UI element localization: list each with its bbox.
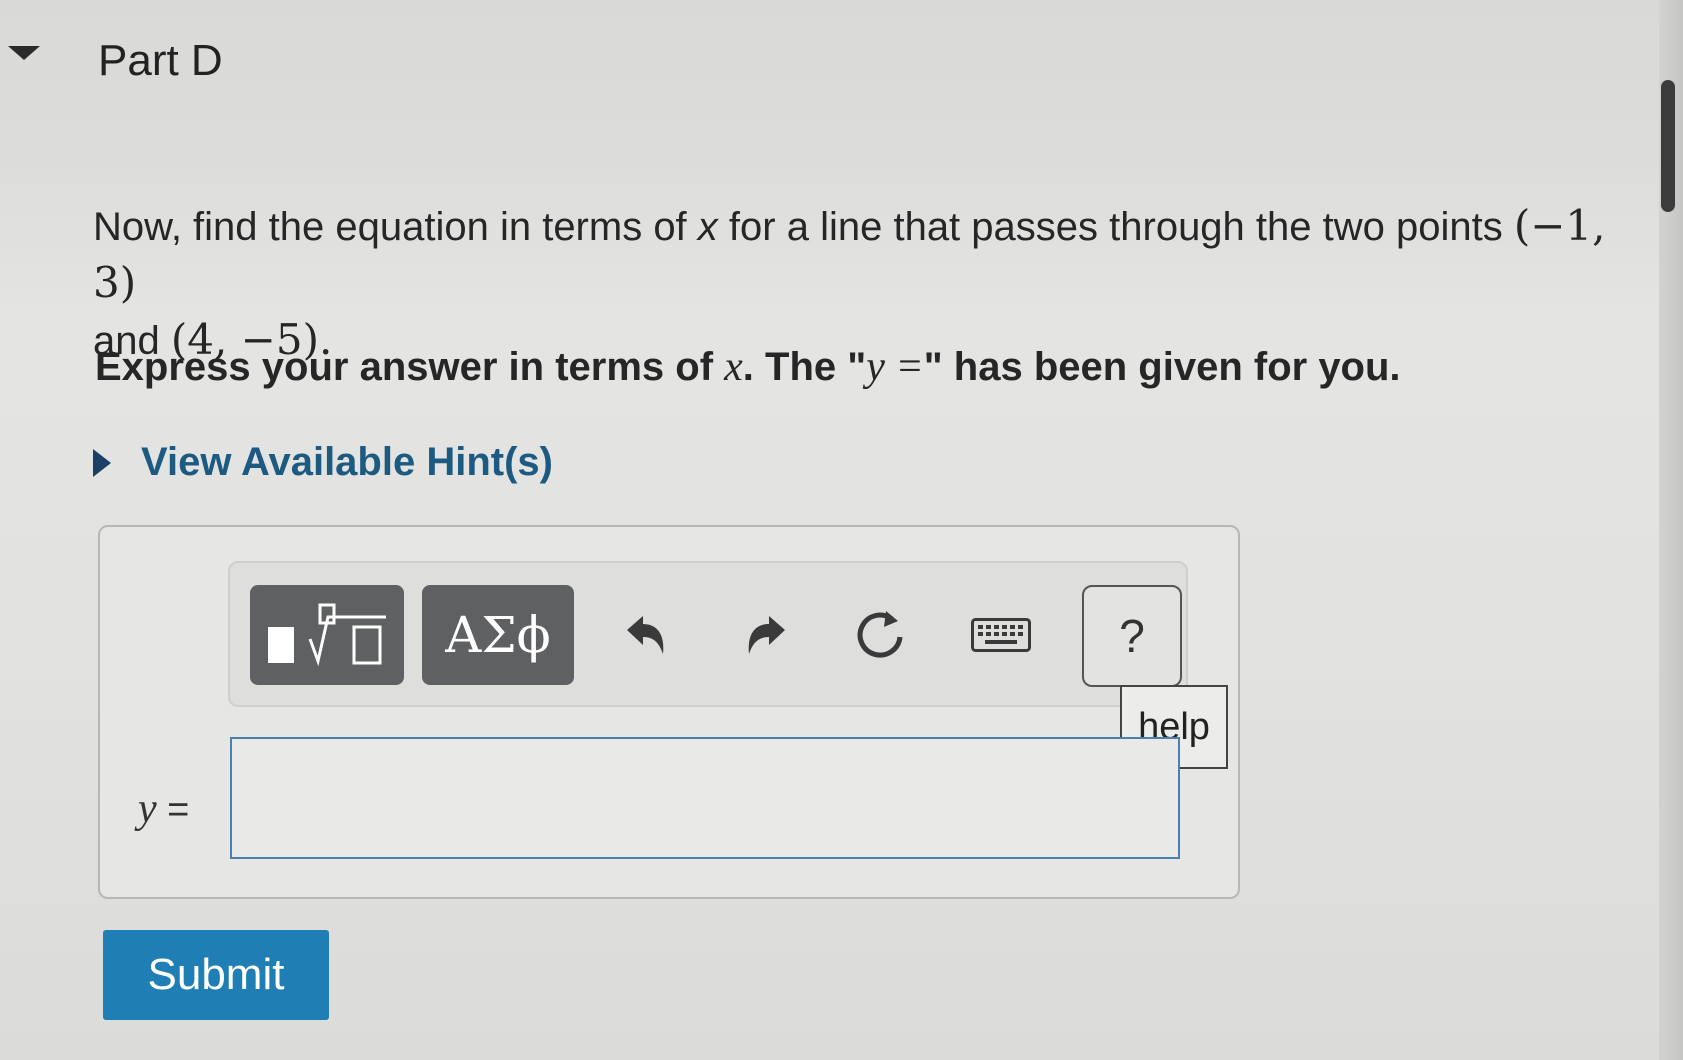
instruction-mid: . The " — [742, 345, 867, 389]
question-lead: Now, find the equation in terms of — [93, 205, 687, 249]
answer-input[interactable] — [230, 737, 1180, 859]
answer-prefix-eq: = — [167, 789, 190, 831]
view-hints-label[interactable]: View Available Hint(s) — [141, 440, 553, 485]
answer-prefix: y = — [138, 785, 189, 833]
reset-icon — [857, 611, 903, 658]
symbols-button[interactable]: ΑΣϕ — [422, 585, 574, 685]
instruction-var: x — [724, 344, 743, 390]
keyboard-button[interactable] — [946, 585, 1056, 685]
reset-button[interactable] — [840, 585, 920, 685]
answer-box: ΑΣϕ ? help y = — [98, 525, 1240, 899]
templates-icon — [268, 603, 386, 667]
answer-prefix-var: y — [138, 786, 157, 832]
instruction-math: y = — [866, 344, 924, 390]
part-title: Part D — [98, 36, 223, 85]
help-button[interactable]: ? — [1082, 585, 1182, 687]
undo-icon — [627, 616, 664, 654]
question-mid: for a line that passes through the two p… — [728, 205, 1503, 249]
collapse-caret-icon[interactable] — [8, 46, 40, 60]
instruction-lead: Express your answer in terms of — [95, 345, 714, 389]
math-toolbar: ΑΣϕ ? — [228, 561, 1188, 707]
expand-triangle-icon — [93, 448, 111, 477]
question-var: x — [697, 205, 718, 249]
templates-button[interactable] — [250, 585, 404, 685]
view-hints-toggle[interactable]: View Available Hint(s) — [93, 440, 553, 485]
redo-button[interactable] — [726, 585, 806, 685]
redo-icon — [748, 616, 785, 654]
submit-button[interactable]: Submit — [103, 930, 329, 1020]
scrollbar-thumb[interactable] — [1661, 80, 1675, 212]
undo-button[interactable] — [606, 585, 686, 685]
keyboard-icon — [971, 618, 1031, 652]
instruction-text: Express your answer in terms of x. The "… — [95, 343, 1401, 391]
instruction-end: " has been given for you. — [923, 345, 1401, 389]
